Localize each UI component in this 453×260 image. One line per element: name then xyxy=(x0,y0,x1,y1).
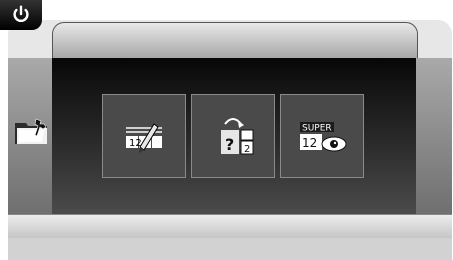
power-button[interactable] xyxy=(0,0,42,30)
menu-button-1[interactable]: 12 xyxy=(102,94,186,178)
folder-settings-icon[interactable] xyxy=(14,116,50,146)
numbered-edit-icon: 12 xyxy=(126,123,162,153)
app-screen: 12 ? 2 SUPER 12 xyxy=(0,0,453,260)
bottom-bar xyxy=(8,214,452,239)
super-numbered-view-icon: SUPER 12 xyxy=(300,122,347,152)
right-sidebar xyxy=(416,58,452,214)
menu-button-2[interactable]: ? 2 xyxy=(191,94,275,178)
super-digits: 12 xyxy=(302,136,317,150)
menu-button-3[interactable]: SUPER 12 xyxy=(280,94,364,178)
question-mark: ? xyxy=(225,135,234,154)
digit-label-2: 2 xyxy=(244,144,250,155)
bottom-strip xyxy=(8,238,452,260)
power-icon xyxy=(13,5,29,22)
super-label: SUPER xyxy=(302,124,332,134)
unknown-to-numbered-icon: ? 2 xyxy=(221,118,254,155)
